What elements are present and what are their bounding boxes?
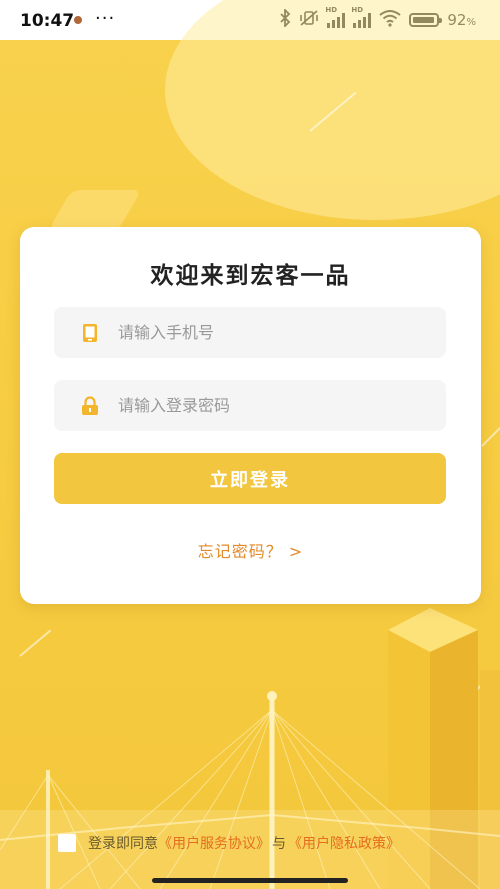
login-button[interactable]: 立即登录 — [54, 453, 446, 504]
login-card: 欢迎来到宏客一品 立即登录 忘记密码？ > — [20, 227, 481, 604]
forgot-password-link[interactable]: 忘记密码？ > — [20, 538, 481, 562]
phone-icon — [78, 321, 102, 345]
privacy-policy-link[interactable]: 《用户隐私政策》 — [288, 833, 400, 853]
notification-dot-icon — [74, 16, 82, 24]
password-field[interactable] — [54, 380, 446, 431]
home-indicator[interactable] — [152, 878, 348, 883]
decor-circle-small — [48, 190, 142, 230]
phone-field[interactable] — [54, 307, 446, 358]
agreement-row: 登录即同意 《用户服务协议》 与 《用户隐私政策》 — [58, 833, 400, 853]
agreement-conjunction: 与 — [272, 836, 286, 852]
lock-icon — [78, 394, 102, 418]
service-agreement-link[interactable]: 《用户服务协议》 — [158, 833, 270, 853]
status-time: 10:47 — [20, 11, 75, 31]
agreement-prefix: 登录即同意 — [88, 836, 158, 852]
phone-input[interactable] — [118, 323, 418, 342]
agreement-checkbox[interactable] — [58, 834, 76, 852]
decor-streak — [481, 424, 500, 447]
password-input[interactable] — [118, 396, 418, 415]
more-notifications-icon: ··· — [95, 8, 116, 29]
login-screen: 10:47 ··· HD HD 92% — [0, 0, 500, 889]
welcome-title: 欢迎来到宏客一品 — [150, 263, 351, 289]
